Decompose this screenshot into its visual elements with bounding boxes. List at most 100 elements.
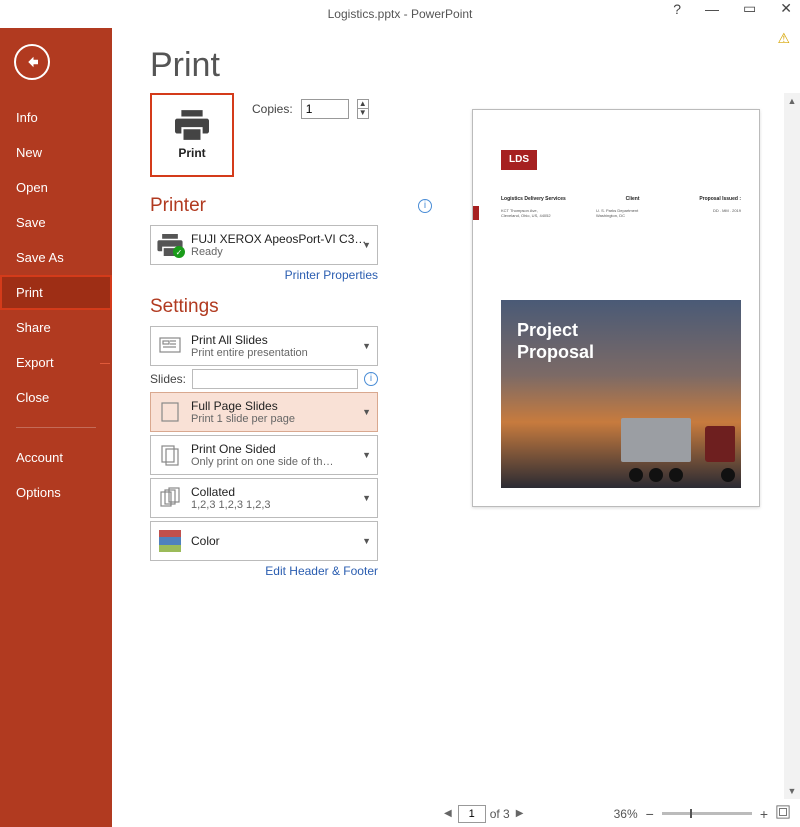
- color-selector[interactable]: Color ▼: [150, 521, 378, 561]
- scroll-down-icon[interactable]: ▼: [784, 783, 800, 799]
- sidebar-item-label: Close: [16, 390, 49, 405]
- printer-selector[interactable]: FUJI XEROX ApeosPort-VI C3…Ready ▼: [150, 225, 378, 265]
- sides-selector[interactable]: Print One SidedOnly print on one side of…: [150, 435, 378, 475]
- collated-icon: [157, 485, 183, 511]
- sidebar-item-options[interactable]: Options: [0, 475, 112, 510]
- sidebar-item-label: New: [16, 145, 42, 160]
- printer-icon: [175, 110, 209, 140]
- accent-tab: [473, 206, 479, 220]
- preview-slide: LDS Logistics Delivery Services Client P…: [472, 109, 760, 507]
- zoom-slider-thumb[interactable]: [690, 809, 692, 818]
- sidebar-item-label: Info: [16, 110, 38, 125]
- page-title: Print: [112, 28, 800, 93]
- page-number-input[interactable]: [458, 805, 486, 823]
- copies-input[interactable]: [301, 99, 349, 119]
- one-sided-icon: [157, 442, 183, 468]
- spinner-down-icon[interactable]: ▼: [358, 109, 368, 118]
- print-scope-selector[interactable]: Print All SlidesPrint entire presentatio…: [150, 326, 378, 366]
- full-page-icon: [157, 399, 183, 425]
- combo-line1: Collated: [191, 485, 371, 499]
- page-of-label: of 3: [490, 807, 510, 821]
- print-button-label: Print: [178, 146, 205, 160]
- combo-line1: Color: [191, 534, 371, 548]
- sidebar-item-info[interactable]: Info: [0, 100, 112, 135]
- truck-graphic: [621, 412, 741, 482]
- preview-col2-sub: U. S. Parks Department Washington, DC: [596, 208, 666, 218]
- sidebar-item-save-as[interactable]: Save As: [0, 240, 112, 275]
- brand-logo: LDS: [501, 150, 537, 170]
- chevron-down-icon: ▼: [362, 536, 371, 546]
- copies-label: Copies:: [252, 102, 293, 116]
- zoom-in-button[interactable]: +: [758, 806, 770, 822]
- printer-section-heading: Printer: [150, 195, 206, 217]
- edit-header-footer-link[interactable]: Edit Header & Footer: [150, 564, 378, 578]
- preview-col1-heading: Logistics Delivery Services: [501, 196, 566, 202]
- sidebar-item-print[interactable]: Print: [0, 275, 112, 310]
- sidebar-separator: [16, 427, 96, 428]
- info-icon[interactable]: i: [418, 199, 432, 213]
- collate-selector[interactable]: Collated1,2,3 1,2,3 1,2,3 ▼: [150, 478, 378, 518]
- slides-range-input[interactable]: [192, 369, 358, 389]
- title-bar: Logistics.pptx - PowerPoint ? — ▭ ✕: [0, 0, 800, 28]
- warning-icon: ⚠: [777, 30, 790, 47]
- copies-spinner[interactable]: ▲▼: [357, 99, 369, 119]
- printer-device-icon: [157, 234, 183, 256]
- sidebar-item-close[interactable]: Close: [0, 380, 112, 415]
- printer-properties-link[interactable]: Printer Properties: [150, 268, 378, 282]
- chevron-down-icon: ▼: [362, 407, 371, 417]
- backstage-sidebar: Info New Open Save Save As Print Share E…: [0, 28, 112, 827]
- preview-vertical-scrollbar[interactable]: ▲ ▼: [784, 93, 800, 799]
- sidebar-item-export[interactable]: Export: [0, 345, 112, 380]
- fit-to-window-button[interactable]: [776, 805, 790, 822]
- preview-col1-sub: KCT Thompson Ave, Cleveland, Ohio, US, 4…: [501, 208, 571, 218]
- sidebar-item-label: Save: [16, 215, 46, 230]
- sidebar-item-label: Export: [16, 355, 54, 370]
- color-swatch-icon: [159, 530, 181, 552]
- zoom-slider-track[interactable]: [662, 812, 752, 815]
- minimize-icon[interactable]: —: [705, 1, 719, 17]
- zoom-level-label: 36%: [614, 807, 638, 821]
- preview-col3-sub: DD . MM . 2019: [691, 208, 741, 218]
- slides-scope-icon: [157, 333, 183, 359]
- sidebar-item-share[interactable]: Share: [0, 310, 112, 345]
- close-window-icon[interactable]: ✕: [780, 0, 792, 17]
- layout-selector[interactable]: Full Page SlidesPrint 1 slide per page ▼: [150, 392, 378, 432]
- combo-line1: Print All Slides: [191, 333, 371, 347]
- next-page-icon[interactable]: ▶: [514, 808, 526, 819]
- sidebar-item-label: Account: [16, 450, 63, 465]
- hero-line2: Proposal: [517, 342, 594, 362]
- print-settings-panel: Print Copies: ▲▼ Printer i FUJI XEROX Ape…: [112, 93, 432, 827]
- back-button[interactable]: [14, 44, 50, 80]
- combo-line1: Print One Sided: [191, 442, 371, 456]
- settings-section-heading: Settings: [150, 296, 219, 318]
- info-icon[interactable]: i: [364, 372, 378, 386]
- preview-col3-heading: Proposal Issued :: [699, 196, 741, 202]
- print-preview-panel: LDS Logistics Delivery Services Client P…: [432, 93, 800, 827]
- chevron-down-icon: ▼: [362, 240, 371, 250]
- combo-line2: Only print on one side of th…: [191, 456, 371, 468]
- scroll-up-icon[interactable]: ▲: [784, 93, 800, 109]
- preview-col2-heading: Client: [626, 196, 640, 202]
- restore-icon[interactable]: ▭: [743, 0, 756, 17]
- prev-page-icon[interactable]: ◀: [442, 808, 454, 819]
- sidebar-item-new[interactable]: New: [0, 135, 112, 170]
- print-button[interactable]: Print: [150, 93, 234, 177]
- sidebar-item-label: Open: [16, 180, 48, 195]
- chevron-down-icon: ▼: [362, 341, 371, 351]
- sidebar-item-label: Save As: [16, 250, 64, 265]
- preview-footer: ◀ of 3 ▶ 36% − +: [432, 799, 800, 827]
- sidebar-item-save[interactable]: Save: [0, 205, 112, 240]
- combo-line2: Print 1 slide per page: [191, 413, 371, 425]
- help-icon[interactable]: ?: [673, 1, 681, 17]
- printer-ready-badge-icon: [173, 246, 185, 258]
- sidebar-item-open[interactable]: Open: [0, 170, 112, 205]
- zoom-out-button[interactable]: −: [644, 806, 656, 822]
- scroll-track[interactable]: [784, 109, 800, 783]
- chevron-down-icon: ▼: [362, 493, 371, 503]
- chevron-down-icon: ▼: [362, 450, 371, 460]
- sidebar-item-label: Share: [16, 320, 51, 335]
- slides-label: Slides:: [150, 372, 186, 386]
- sidebar-item-account[interactable]: Account: [0, 440, 112, 475]
- sidebar-item-label: Print: [16, 285, 43, 300]
- printer-name: FUJI XEROX ApeosPort-VI C3…: [191, 232, 371, 246]
